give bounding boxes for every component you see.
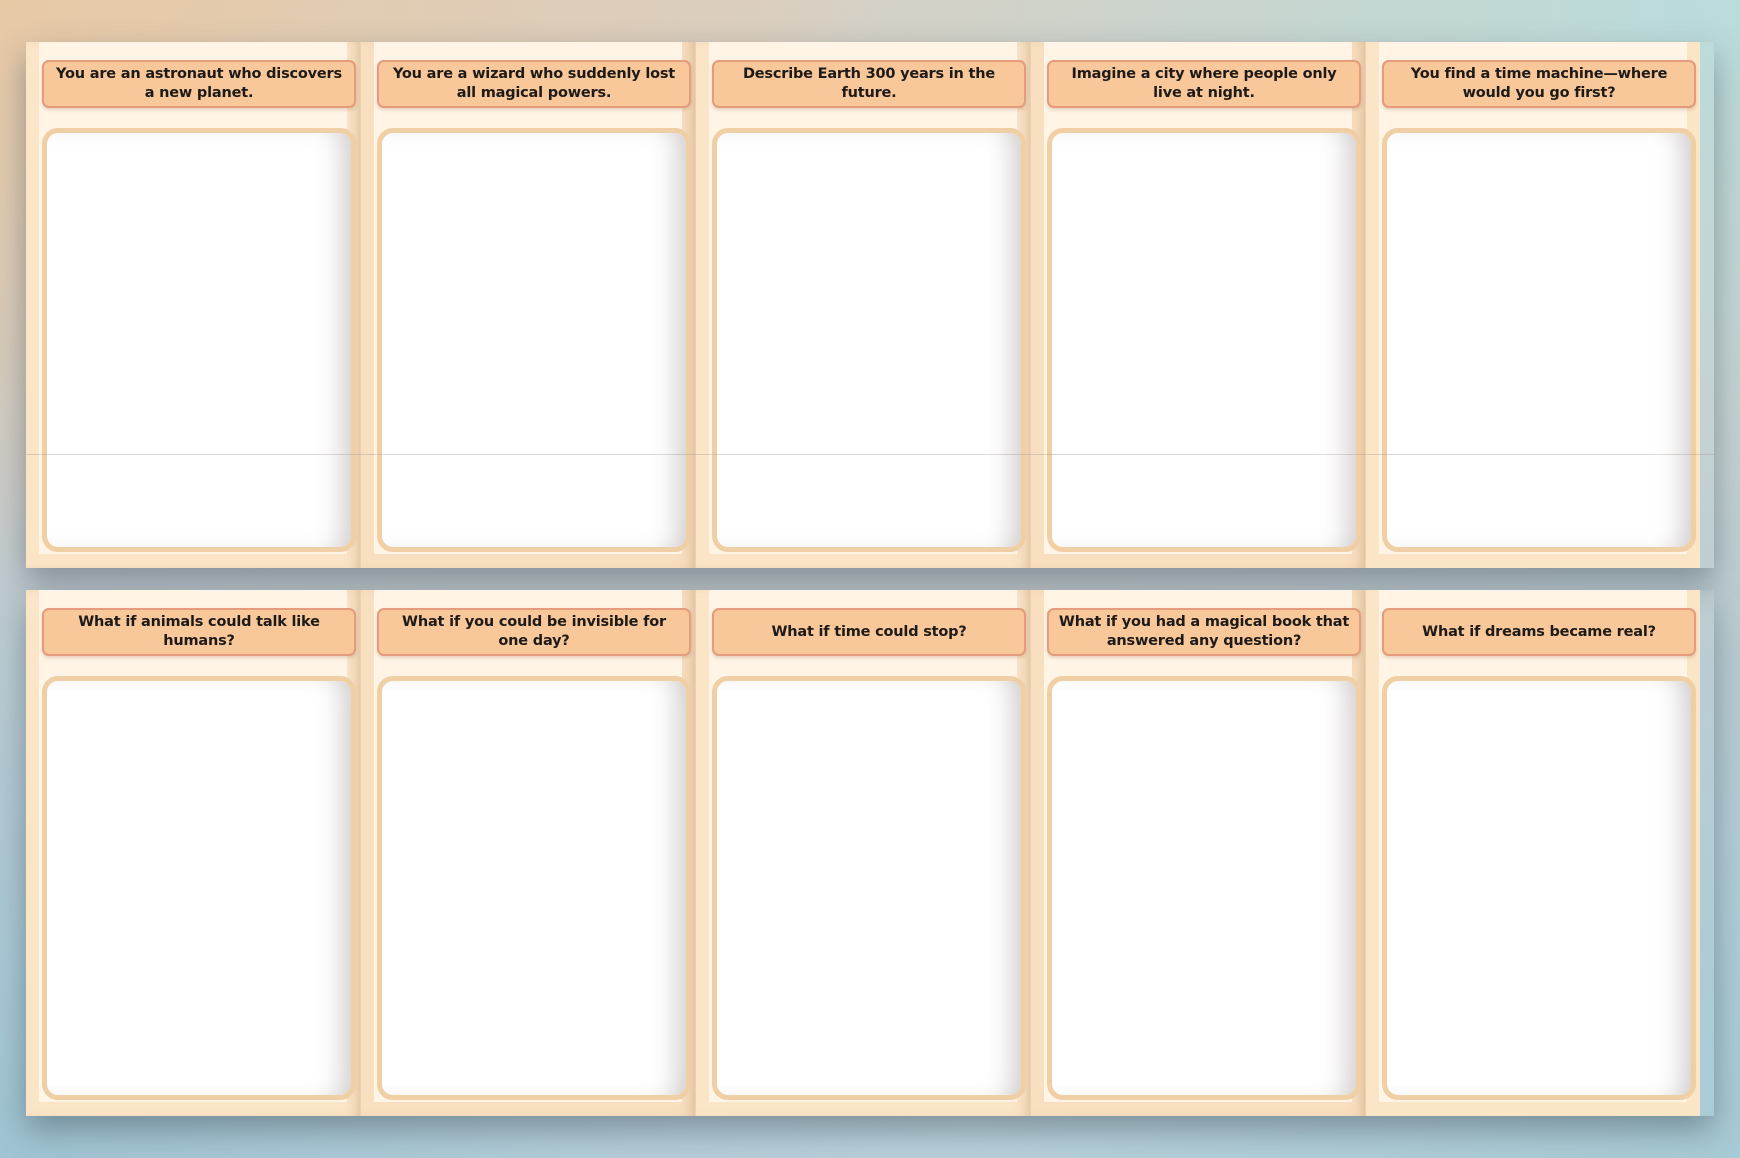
prompt-label: What if dreams became real? — [1382, 608, 1696, 656]
writing-box[interactable] — [1382, 676, 1696, 1100]
story-card: You are an astronaut who discovers a new… — [26, 42, 361, 568]
prompt-label: What if you could be invisible for one d… — [377, 608, 691, 656]
story-card: What if you could be invisible for one d… — [361, 590, 696, 1116]
story-card: You are a wizard who suddenly lost all m… — [361, 42, 696, 568]
writing-box[interactable] — [1047, 676, 1361, 1100]
writing-box[interactable] — [712, 128, 1026, 552]
prompt-label: What if you had a magical book that answ… — [1047, 608, 1361, 656]
prompt-label: Imagine a city where people only live at… — [1047, 60, 1361, 108]
prompt-label: You are a wizard who suddenly lost all m… — [377, 60, 691, 108]
fold-line — [26, 454, 1714, 455]
prompt-label: You are an astronaut who discovers a new… — [42, 60, 356, 108]
card-sheet-top: You are an astronaut who discovers a new… — [26, 42, 1714, 568]
story-card: Imagine a city where people only live at… — [1031, 42, 1366, 568]
writing-box[interactable] — [42, 128, 356, 552]
story-card: What if time could stop? — [696, 590, 1031, 1116]
prompt-label: You find a time machine—where would you … — [1382, 60, 1696, 108]
story-card: Describe Earth 300 years in the future. — [696, 42, 1031, 568]
writing-box[interactable] — [377, 676, 691, 1100]
prompt-label: Describe Earth 300 years in the future. — [712, 60, 1026, 108]
writing-box[interactable] — [712, 676, 1026, 1100]
prompt-label: What if time could stop? — [712, 608, 1026, 656]
writing-box[interactable] — [1382, 128, 1696, 552]
prompt-label: What if animals could talk like humans? — [42, 608, 356, 656]
story-card: What if dreams became real? — [1366, 590, 1700, 1116]
card-sheet-bottom: What if animals could talk like humans? … — [26, 590, 1714, 1116]
story-card: What if you had a magical book that answ… — [1031, 590, 1366, 1116]
writing-box[interactable] — [1047, 128, 1361, 552]
story-card: You find a time machine—where would you … — [1366, 42, 1700, 568]
writing-box[interactable] — [42, 676, 356, 1100]
writing-box[interactable] — [377, 128, 691, 552]
story-card: What if animals could talk like humans? — [26, 590, 361, 1116]
